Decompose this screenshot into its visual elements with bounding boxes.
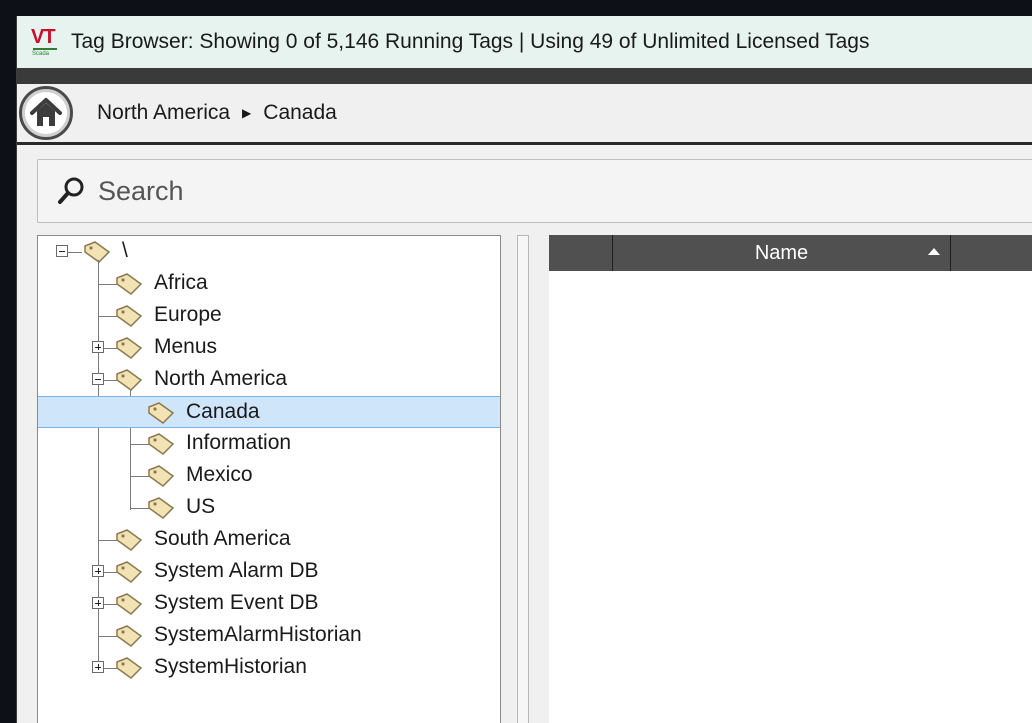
tree-item-canada[interactable]: Canada [38,396,500,428]
tree-item-europe[interactable]: Europe [38,300,500,332]
tree-item-systemhistorian[interactable]: SystemHistorian [38,652,500,684]
search-box[interactable] [37,159,1032,223]
expand-icon[interactable] [92,565,104,577]
tree-item-label: Canada [186,400,260,423]
column-header-select[interactable] [549,235,613,271]
tag-icon [116,337,143,359]
list-header: Name [549,235,1032,271]
tree-item-africa[interactable]: Africa [38,268,500,300]
search-input[interactable] [96,174,1000,208]
tag-icon [116,305,143,327]
tag-icon [148,433,175,455]
tree-item-systemalarmhistorian[interactable]: SystemAlarmHistorian [38,620,500,652]
breadcrumb-separator-icon: ▶ [242,106,252,120]
tree-item-root[interactable]: \ [38,236,500,268]
tag-tree: \ Africa Europe Menus North America Canada In… [37,235,501,723]
collapse-icon[interactable] [56,245,68,257]
tree-item-us[interactable]: US [38,492,500,524]
tree-item-label: SystemAlarmHistorian [154,623,362,646]
tree-item-label: Europe [154,303,222,326]
tag-list: Name [549,235,1032,723]
tag-icon [116,369,143,391]
tree-root-label: \ [122,239,128,262]
tree-item-label: Menus [154,335,218,358]
window-title: Tag Browser: Showing 0 of 5,146 Running … [71,30,870,53]
tag-icon [116,561,143,583]
tree-item-label: US [186,495,216,518]
title-separator [17,68,1032,84]
tag-icon [148,402,175,424]
tag-icon [116,625,143,647]
tag-icon [116,593,143,615]
sort-ascending-icon [928,248,940,255]
collapse-icon[interactable] [92,373,104,385]
tree-item-label: Mexico [186,463,253,486]
expand-icon[interactable] [92,597,104,609]
tree-item-label: Information [186,431,292,454]
tag-icon [116,273,143,295]
tree-item-label: System Event DB [154,591,319,614]
breadcrumb-item-canada[interactable]: Canada [263,101,337,125]
tree-item-menus[interactable]: Menus [38,332,500,364]
tree-item-system-alarm-db[interactable]: System Alarm DB [38,556,500,588]
home-button[interactable] [19,86,73,140]
home-icon [30,98,62,126]
tag-icon [116,529,143,551]
tree-item-system-event-db[interactable]: System Event DB [38,588,500,620]
tree-item-label: System Alarm DB [154,559,319,582]
tree-item-south-america[interactable]: South America [38,524,500,556]
main-content: \ Africa Europe Menus North America Canada In… [17,145,1032,723]
tag-icon [116,657,143,679]
tag-icon [148,497,175,519]
expand-icon[interactable] [92,341,104,353]
expand-icon[interactable] [92,661,104,673]
breadcrumb: North America ▶ Canada [17,84,1032,145]
tag-icon [148,465,175,487]
vtscada-logo: VT Scada [29,25,63,59]
panel-splitter[interactable] [517,235,529,723]
tree-item-label: South America [154,527,291,550]
tree-item-north-america[interactable]: North America [38,364,500,396]
title-bar: VT Scada Tag Browser: Showing 0 of 5,146… [17,16,1032,68]
tag-icon [84,241,111,263]
tag-browser-window: VT Scada Tag Browser: Showing 0 of 5,146… [16,16,1032,723]
tree-item-label: SystemHistorian [154,655,307,678]
search-icon [58,177,84,204]
tree-item-mexico[interactable]: Mexico [38,460,500,492]
column-header-name[interactable]: Name [613,235,951,271]
tree-item-label: Africa [154,271,208,294]
breadcrumb-item-north-america[interactable]: North America [97,101,230,125]
tree-item-label: North America [154,367,288,390]
tree-item-information[interactable]: Information [38,428,500,460]
